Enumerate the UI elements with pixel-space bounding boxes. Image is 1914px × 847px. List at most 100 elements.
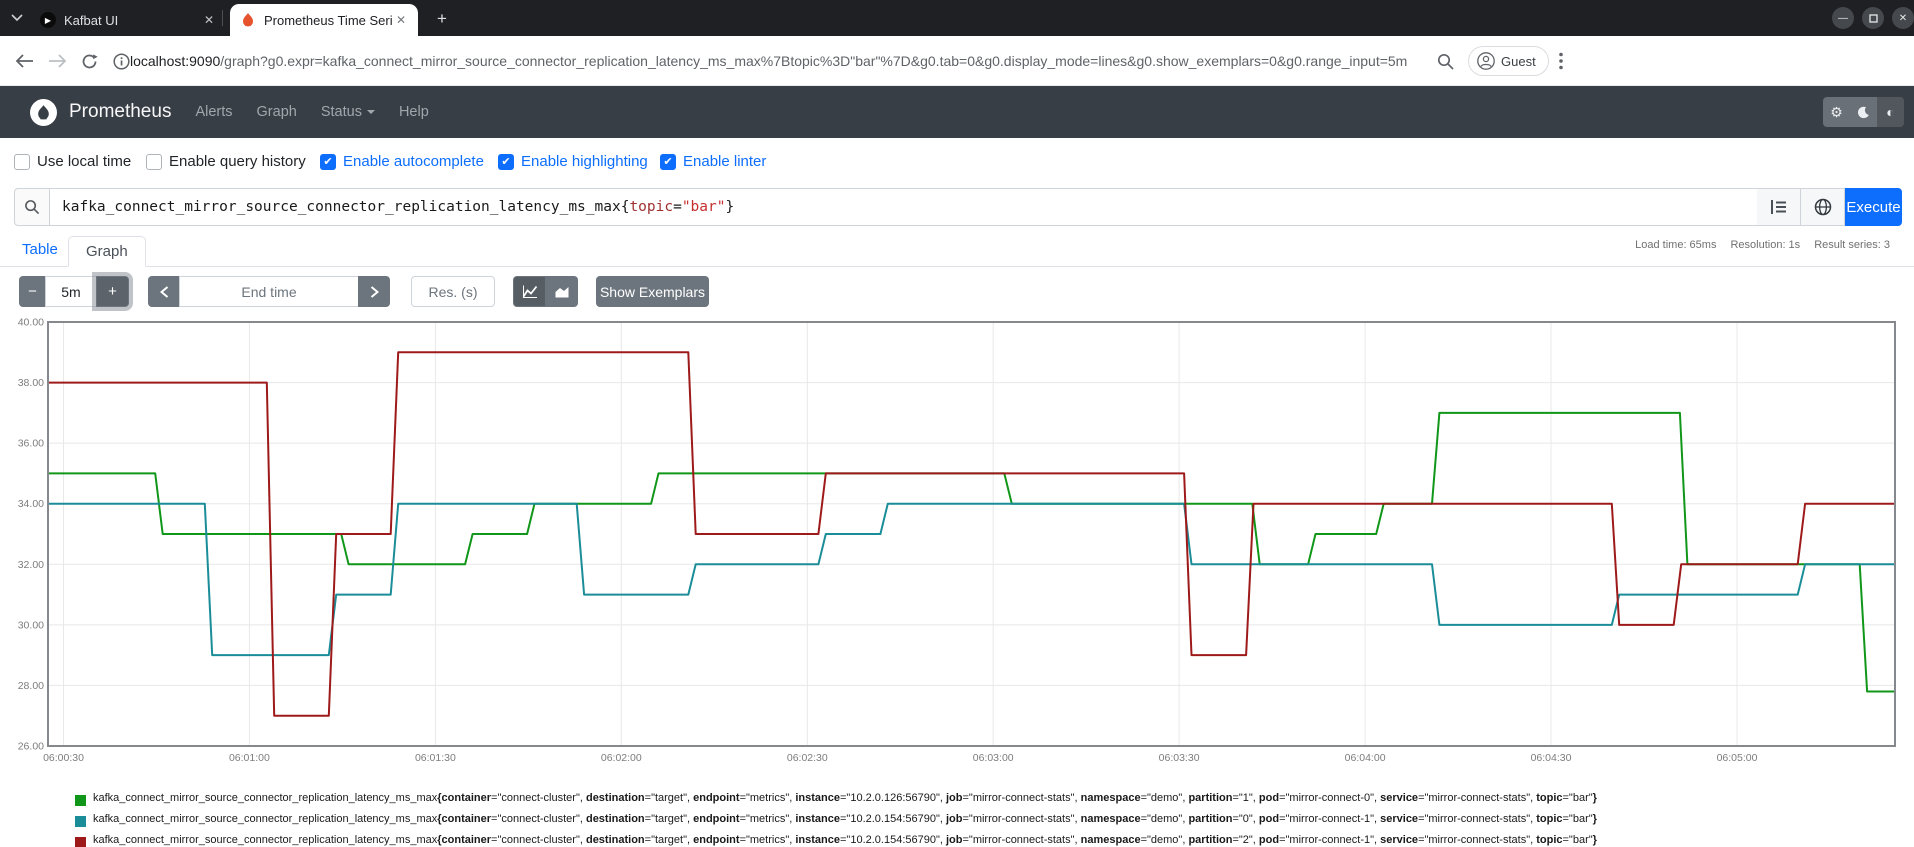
tab-search-icon[interactable]	[6, 7, 28, 29]
svg-text:32.00: 32.00	[18, 559, 44, 571]
prometheus-navbar: Prometheus Alerts Graph Status Help ⚙ ◐	[0, 86, 1914, 138]
option-enable-highlighting[interactable]: ✔Enable highlighting	[498, 153, 648, 170]
minimize-button[interactable]: —	[1832, 7, 1854, 29]
svg-text:06:03:30: 06:03:30	[1159, 752, 1200, 764]
stacked-chart-mode-button[interactable]	[545, 276, 578, 307]
legend-swatch-icon	[75, 837, 86, 847]
execute-button[interactable]: Execute	[1845, 188, 1902, 226]
query-stats: Load time: 65ms Resolution: 1s Result se…	[1635, 239, 1890, 251]
legend-item[interactable]: kafka_connect_mirror_source_connector_re…	[75, 813, 1905, 834]
option-label: Use local time	[37, 153, 131, 170]
reload-icon[interactable]	[76, 48, 102, 74]
svg-text:06:01:30: 06:01:30	[415, 752, 456, 764]
tab-prometheus[interactable]: Prometheus Time Series ✕	[230, 4, 418, 36]
option-label: Enable linter	[683, 153, 766, 170]
range-input[interactable]	[45, 276, 97, 307]
url-host: localhost:9090	[130, 53, 220, 69]
forward-icon[interactable]	[44, 48, 70, 74]
maximize-button[interactable]	[1862, 7, 1884, 29]
svg-text:30.00: 30.00	[18, 619, 44, 631]
tab-title: Prometheus Time Series	[264, 13, 392, 28]
checkbox-checked-icon[interactable]: ✔	[498, 154, 514, 170]
nav-link-status[interactable]: Status	[321, 104, 375, 120]
settings-gear-icon[interactable]: ⚙	[1823, 97, 1850, 127]
legend-label: kafka_connect_mirror_source_connector_re…	[93, 813, 1597, 825]
nav-link-alerts[interactable]: Alerts	[195, 104, 232, 120]
checkbox-unchecked-icon[interactable]	[14, 154, 30, 170]
svg-text:06:03:00: 06:03:00	[973, 752, 1014, 764]
svg-text:36.00: 36.00	[18, 438, 44, 450]
query-search-addon	[14, 188, 50, 226]
option-label: Enable autocomplete	[343, 153, 484, 170]
back-icon[interactable]	[12, 48, 38, 74]
legend-item[interactable]: kafka_connect_mirror_source_connector_re…	[75, 834, 1905, 847]
show-exemplars-button[interactable]: Show Exemplars	[596, 276, 709, 307]
metrics-explorer-icon	[1770, 199, 1787, 215]
panel-tabs: Table Graph Load time: 65ms Resolution: …	[0, 236, 1914, 267]
option-use-local-time[interactable]: Use local time	[14, 153, 131, 170]
svg-text:26.00: 26.00	[18, 741, 44, 753]
tab-close-icon[interactable]: ✕	[200, 13, 218, 27]
svg-text:34.00: 34.00	[18, 498, 44, 510]
new-tab-button[interactable]: +	[430, 7, 454, 31]
range-increase-button[interactable]: +	[96, 276, 129, 307]
browser-toolbar: localhost:9090/graph?g0.expr=kafka_conne…	[0, 36, 1914, 86]
legend-swatch-icon	[75, 795, 86, 806]
checkbox-unchecked-icon[interactable]	[146, 154, 162, 170]
tab-graph[interactable]: Graph	[68, 236, 146, 267]
search-zoom-icon[interactable]	[1432, 48, 1458, 74]
graph-controls: − + Show Exemplars	[0, 276, 1914, 308]
range-decrease-button[interactable]: −	[19, 276, 46, 307]
option-enable-autocomplete[interactable]: ✔ Enable autocomplete	[320, 153, 484, 170]
svg-text:06:01:00: 06:01:00	[229, 752, 270, 764]
nav-link-graph[interactable]: Graph	[257, 104, 297, 120]
legend-item[interactable]: kafka_connect_mirror_source_connector_re…	[75, 792, 1905, 813]
prometheus-logo-icon[interactable]	[30, 99, 57, 126]
close-window-button[interactable]: ✕	[1892, 7, 1914, 29]
time-back-button[interactable]	[148, 276, 180, 307]
option-enable-linter[interactable]: ✔ Enable linter	[660, 153, 766, 170]
nav-link-help[interactable]: Help	[399, 104, 429, 120]
svg-text:06:05:00: 06:05:00	[1717, 752, 1758, 764]
time-forward-button[interactable]	[358, 276, 390, 307]
svg-text:28.00: 28.00	[18, 680, 44, 692]
auto-theme-icon[interactable]: ◐	[1877, 97, 1904, 127]
globe-icon	[1814, 198, 1832, 216]
tab-separator	[222, 10, 223, 26]
option-enable-query-history[interactable]: Enable query history	[146, 153, 306, 170]
address-bar[interactable]: localhost:9090/graph?g0.expr=kafka_conne…	[130, 36, 1407, 86]
tab-table[interactable]: Table	[22, 241, 58, 258]
search-icon	[24, 199, 40, 215]
result-series: Result series: 3	[1814, 239, 1890, 251]
brand-title[interactable]: Prometheus	[69, 101, 171, 123]
svg-text:06:04:00: 06:04:00	[1345, 752, 1386, 764]
query-expression-input[interactable]: kafka_connect_mirror_source_connector_re…	[49, 188, 1758, 226]
resolution-input[interactable]	[411, 276, 495, 307]
stacked-chart-icon	[554, 284, 570, 299]
resolution: Resolution: 1s	[1730, 239, 1800, 251]
globe-button[interactable]	[1801, 188, 1845, 226]
load-time: Load time: 65ms	[1635, 239, 1716, 251]
graph-canvas[interactable]: 26.0028.0030.0032.0034.0036.0038.0040.00…	[0, 312, 1914, 772]
profile-name: Guest	[1501, 54, 1536, 69]
browser-tab-strip: ▶ Kafbat UI ✕ Prometheus Time Series ✕ +…	[0, 0, 1914, 36]
svg-text:06:02:00: 06:02:00	[601, 752, 642, 764]
metrics-explorer-button[interactable]	[1757, 188, 1801, 226]
tab-kafbat-ui[interactable]: ▶ Kafbat UI ✕	[30, 4, 226, 36]
svg-text:06:04:30: 06:04:30	[1531, 752, 1572, 764]
tab-title: Kafbat UI	[64, 13, 200, 28]
svg-text:40.00: 40.00	[18, 317, 44, 329]
profile-chip[interactable]: Guest	[1468, 46, 1549, 76]
checkbox-checked-icon[interactable]: ✔	[320, 154, 336, 170]
svg-text:06:00:30: 06:00:30	[43, 752, 84, 764]
legend: kafka_connect_mirror_source_connector_re…	[75, 792, 1905, 847]
line-chart-mode-button[interactable]	[513, 276, 546, 307]
tab-close-icon[interactable]: ✕	[392, 13, 410, 27]
end-time-input[interactable]	[179, 276, 359, 307]
browser-menu-icon[interactable]	[1548, 48, 1574, 74]
dark-theme-moon-icon[interactable]	[1850, 97, 1877, 127]
latency-graph[interactable]: 26.0028.0030.0032.0034.0036.0038.0040.00…	[0, 312, 1914, 772]
theme-toggle-group: ⚙ ◐	[1823, 97, 1904, 127]
checkbox-checked-icon[interactable]: ✔	[660, 154, 676, 170]
chevron-down-icon	[367, 110, 375, 114]
